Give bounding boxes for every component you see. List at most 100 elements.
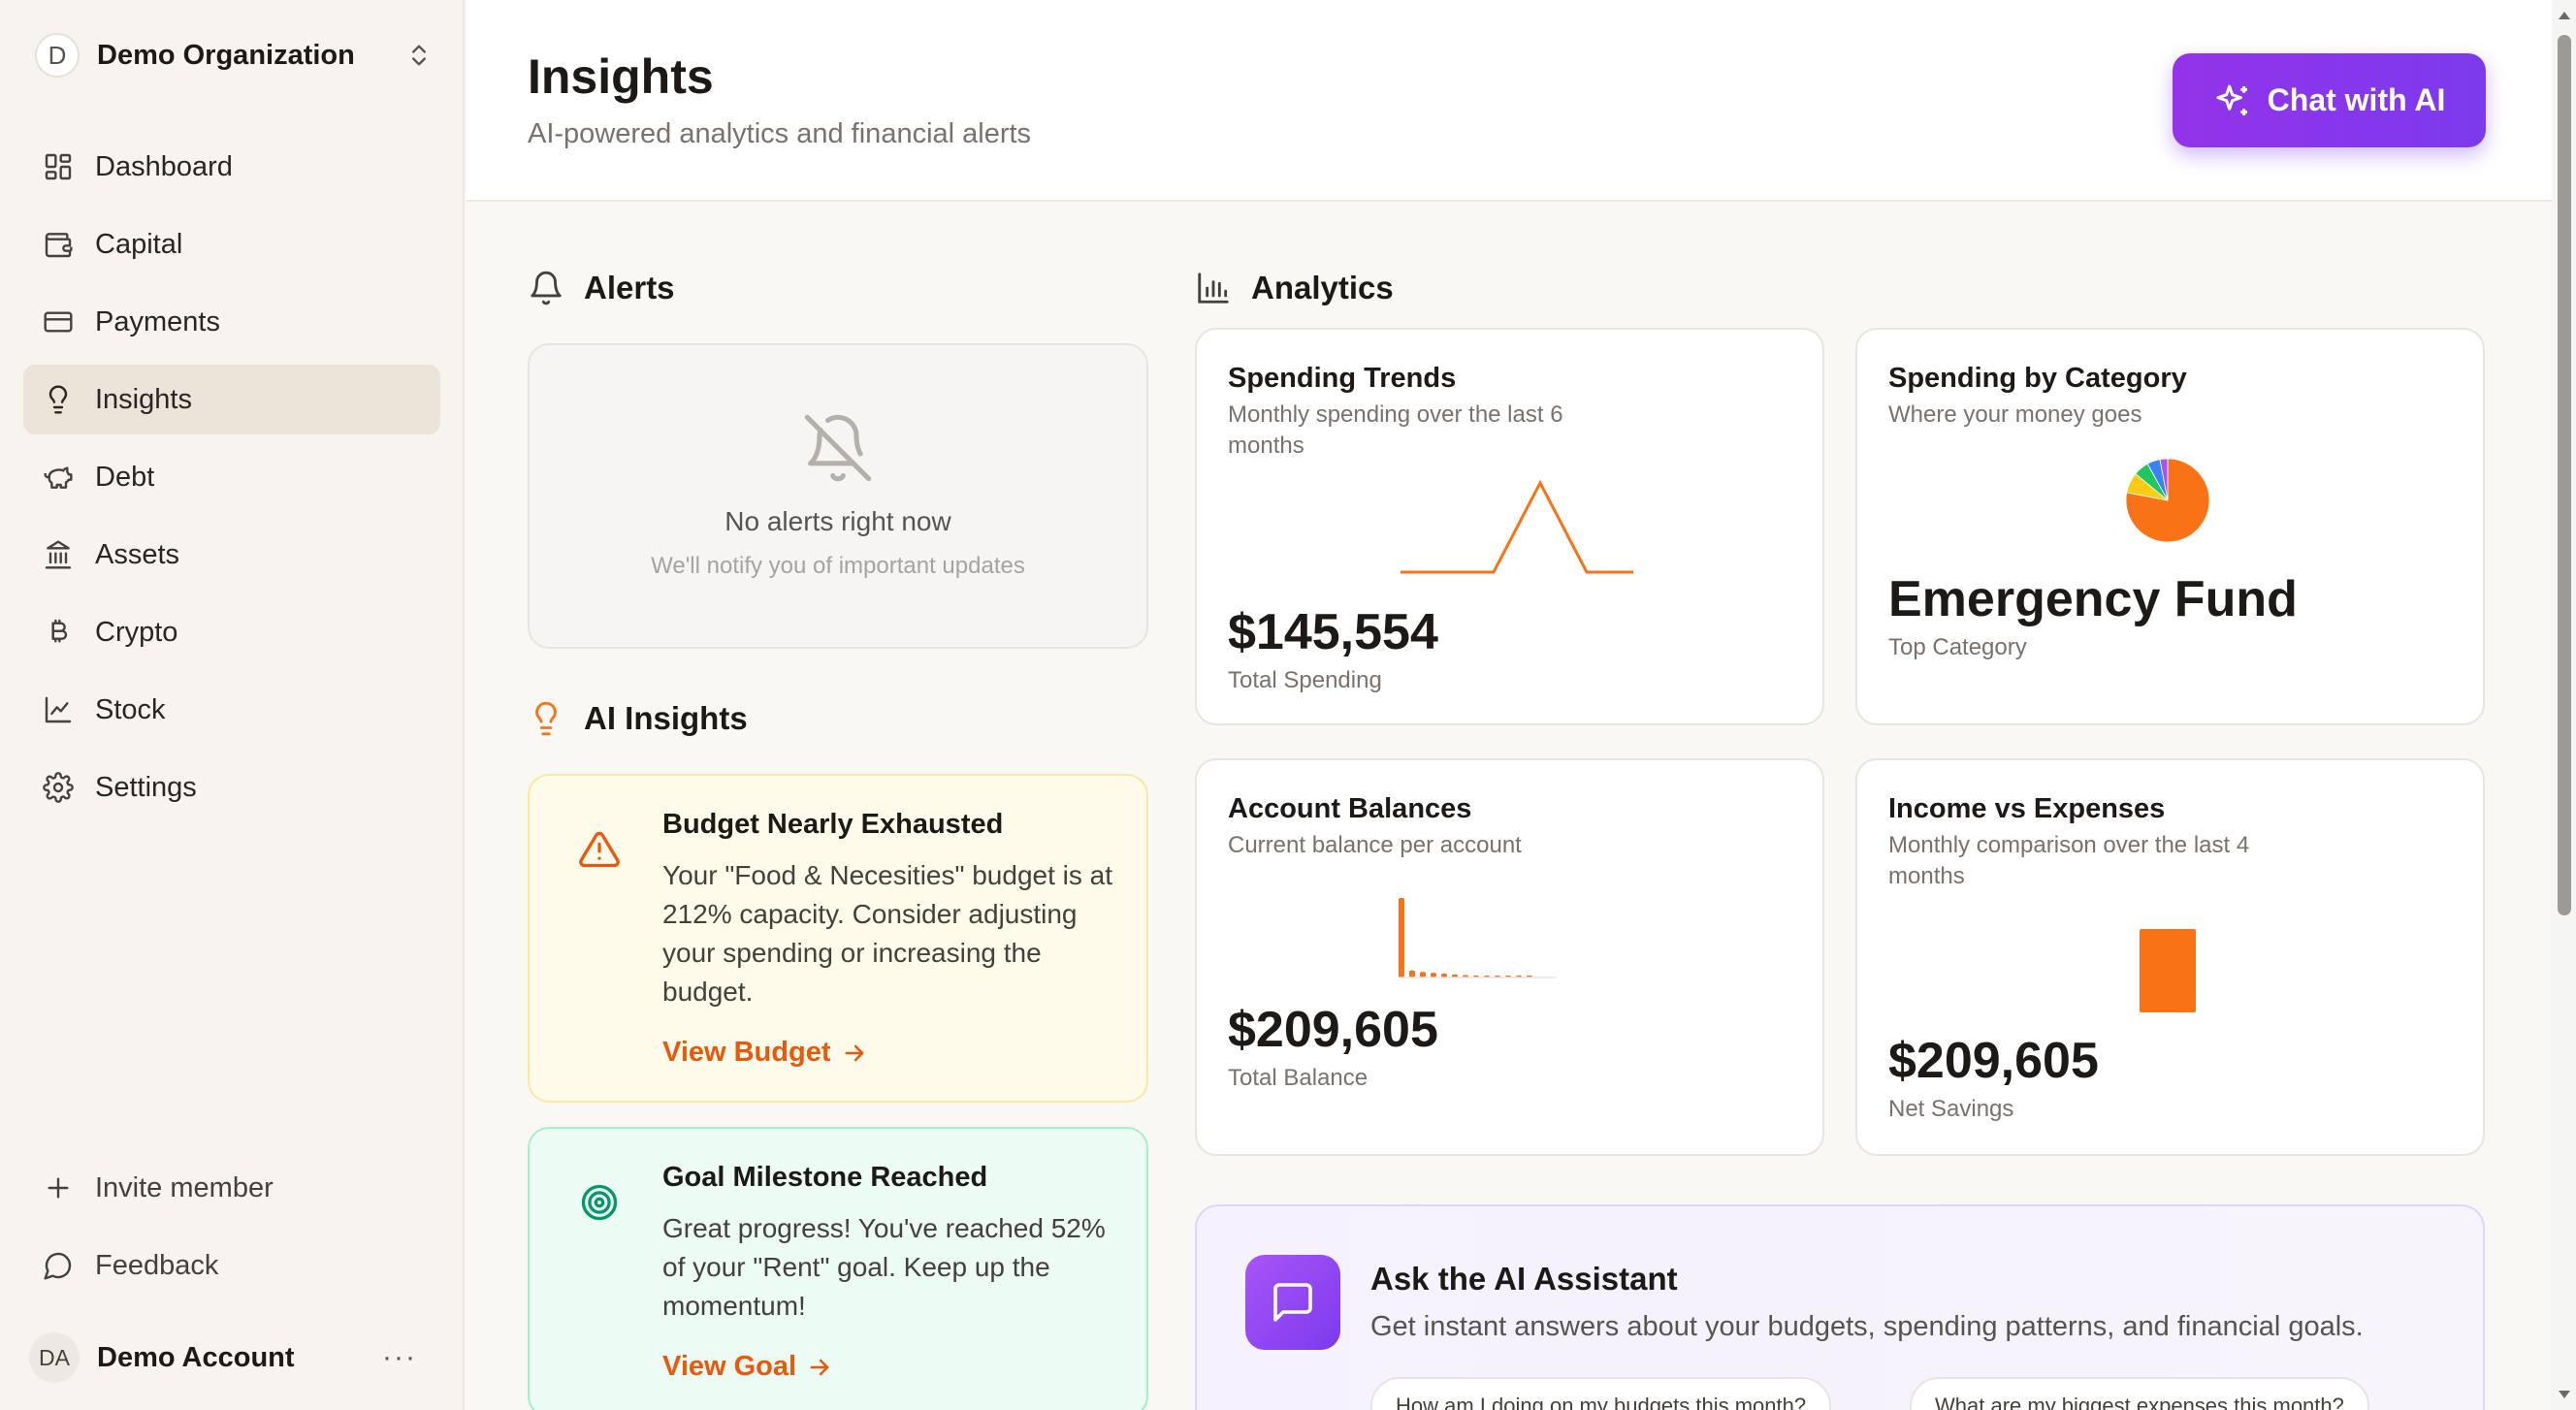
income-bar bbox=[2140, 929, 2196, 1012]
alerts-empty-title: No alerts right now bbox=[724, 506, 951, 536]
income-expenses-chart bbox=[2140, 929, 2196, 1012]
insight-body: Your "Food & Necesities" budget is at 21… bbox=[662, 860, 1112, 1007]
assistant-icon-badge bbox=[1245, 1255, 1340, 1350]
sidebar-item-label: Insights bbox=[95, 383, 192, 415]
card-subtitle: Current balance per account bbox=[1228, 832, 1522, 858]
bell-off-icon bbox=[804, 414, 872, 482]
insight-title: Goal Milestone Reached bbox=[662, 1162, 988, 1193]
suggestion-chip[interactable]: How am I doing on my budgets this month? bbox=[1370, 1377, 1832, 1410]
org-name: Demo Organization bbox=[97, 39, 355, 71]
net-savings-label: Net Savings bbox=[1888, 1096, 2014, 1122]
spending-category-card: Spending by Category Where your money go… bbox=[1855, 328, 2485, 725]
income-expenses-card: Income vs Expenses Monthly comparison ov… bbox=[1855, 758, 2485, 1156]
analytics-section-title: Analytics bbox=[1195, 270, 1394, 306]
alert-triangle-icon bbox=[579, 831, 620, 868]
card-subtitle: Monthly spending over the last 6 months bbox=[1228, 401, 1563, 459]
card-title: Account Balances bbox=[1228, 793, 1472, 824]
plus-icon bbox=[48, 1177, 69, 1199]
sidebar-item-dashboard[interactable]: Dashboard bbox=[23, 132, 440, 202]
sidebar-item-label: Crypto bbox=[95, 616, 178, 648]
org-switcher[interactable]: D Demo Organization bbox=[35, 33, 433, 78]
page-subtitle: AI-powered analytics and financial alert… bbox=[528, 118, 1032, 149]
sidebar-item-payments[interactable]: Payments bbox=[23, 287, 440, 357]
chat-with-ai-label: Chat with AI bbox=[2267, 82, 2446, 117]
card-title: Spending Trends bbox=[1228, 363, 1457, 394]
ai-insights-section-title: AI Insights bbox=[528, 700, 748, 737]
message-circle-icon bbox=[44, 1252, 72, 1280]
trend-line bbox=[1401, 479, 1633, 574]
assistant-subtitle: Get instant answers about your budgets, … bbox=[1370, 1311, 2364, 1342]
insight-card-goal: Goal Milestone Reached Great progress! Y… bbox=[528, 1127, 1148, 1410]
chat-with-ai-button[interactable]: Chat with AI bbox=[2173, 53, 2486, 147]
feedback-label: Feedback bbox=[95, 1249, 219, 1281]
account-name: Demo Account bbox=[97, 1341, 295, 1373]
scrollbar[interactable] bbox=[2552, 0, 2576, 1410]
balance-bar bbox=[1409, 970, 1415, 977]
landmark-icon bbox=[45, 540, 72, 569]
assistant-title: Ask the AI Assistant bbox=[1370, 1261, 1678, 1297]
view-goal-link[interactable]: View Goal bbox=[662, 1351, 1117, 1383]
top-category-value: Emergency Fund bbox=[1888, 571, 2298, 627]
alerts-section-title: Alerts bbox=[528, 270, 675, 306]
view-goal-label: View Goal bbox=[662, 1351, 797, 1382]
total-balance-label: Total Balance bbox=[1228, 1065, 1368, 1091]
sidebar-item-label: Capital bbox=[95, 228, 183, 260]
target-icon bbox=[581, 1184, 618, 1221]
suggestion-chip[interactable]: What are my biggest expenses this month? bbox=[1910, 1377, 2369, 1410]
card-subtitle: Monthly comparison over the last 4 month… bbox=[1888, 832, 2250, 889]
bell-icon bbox=[531, 271, 562, 305]
page-header: Insights AI-powered analytics and financ… bbox=[467, 0, 2552, 202]
spending-trends-card: Spending Trends Monthly spending over th… bbox=[1195, 328, 1824, 725]
sidebar-item-crypto[interactable]: Crypto bbox=[23, 597, 440, 667]
alerts-empty-subtitle: We'll notify you of important updates bbox=[651, 553, 1025, 579]
scrollbar-thumb[interactable] bbox=[2558, 35, 2571, 915]
sidebar: D Demo Organization Dashboard Capital Pa… bbox=[0, 0, 465, 1410]
card-subtitle: Where your money goes bbox=[1888, 401, 2142, 428]
org-avatar: D bbox=[35, 33, 80, 78]
arrow-right-icon bbox=[845, 1044, 863, 1061]
bitcoin-icon bbox=[51, 619, 68, 643]
bar-chart-icon bbox=[1198, 272, 1229, 304]
page-title: Insights bbox=[528, 49, 714, 104]
sidebar-item-insights[interactable]: Insights bbox=[23, 365, 440, 434]
chevrons-up-down-icon bbox=[412, 45, 426, 66]
sidebar-item-stock[interactable]: Stock bbox=[23, 675, 440, 745]
account-menu[interactable]: DA Demo Account ··· bbox=[29, 1332, 417, 1383]
sidebar-item-label: Stock bbox=[95, 693, 166, 725]
sidebar-item-label: Assets bbox=[95, 538, 180, 570]
feedback-button[interactable]: Feedback bbox=[23, 1231, 440, 1300]
sidebar-bottom: Invite member Feedback bbox=[23, 1153, 440, 1308]
arrow-right-icon bbox=[810, 1359, 829, 1375]
total-spending-value: $145,554 bbox=[1228, 604, 1438, 660]
credit-card-icon bbox=[44, 311, 73, 333]
account-balances-card: Account Balances Current balance per acc… bbox=[1195, 758, 1824, 1156]
top-category-label: Top Category bbox=[1888, 634, 2027, 660]
sidebar-item-debt[interactable]: Debt bbox=[23, 442, 440, 512]
sidebar-item-capital[interactable]: Capital bbox=[23, 209, 440, 279]
card-title: Spending by Category bbox=[1888, 363, 2187, 394]
invite-member-button[interactable]: Invite member bbox=[23, 1153, 440, 1223]
sidebar-item-label: Dashboard bbox=[95, 150, 233, 182]
insight-title: Budget Nearly Exhausted bbox=[662, 809, 1004, 840]
alerts-title: Alerts bbox=[584, 270, 675, 305]
scroll-up-arrow[interactable] bbox=[2559, 12, 2570, 19]
total-balance-value: $209,605 bbox=[1228, 1002, 1438, 1058]
sidebar-item-assets[interactable]: Assets bbox=[23, 520, 440, 590]
balance-bar bbox=[1420, 972, 1426, 977]
wallet-icon bbox=[45, 233, 73, 258]
lightbulb-icon bbox=[535, 701, 557, 736]
layout-grid-icon bbox=[45, 153, 72, 180]
invite-member-label: Invite member bbox=[95, 1171, 274, 1203]
more-horizontal-icon[interactable]: ··· bbox=[382, 1341, 417, 1374]
spending-trends-chart bbox=[1401, 479, 1633, 574]
sparkles-icon bbox=[2216, 84, 2247, 115]
sidebar-nav: Dashboard Capital Payments Insights Debt… bbox=[23, 132, 440, 830]
view-budget-link[interactable]: View Budget bbox=[662, 1037, 1117, 1069]
balance-bar bbox=[1399, 898, 1404, 977]
gear-icon bbox=[43, 772, 74, 803]
piggy-bank-icon bbox=[44, 466, 73, 489]
sidebar-item-label: Settings bbox=[95, 771, 197, 803]
sidebar-item-settings[interactable]: Settings bbox=[23, 753, 440, 822]
view-budget-label: View Budget bbox=[662, 1037, 831, 1068]
scroll-down-arrow[interactable] bbox=[2559, 1391, 2570, 1398]
